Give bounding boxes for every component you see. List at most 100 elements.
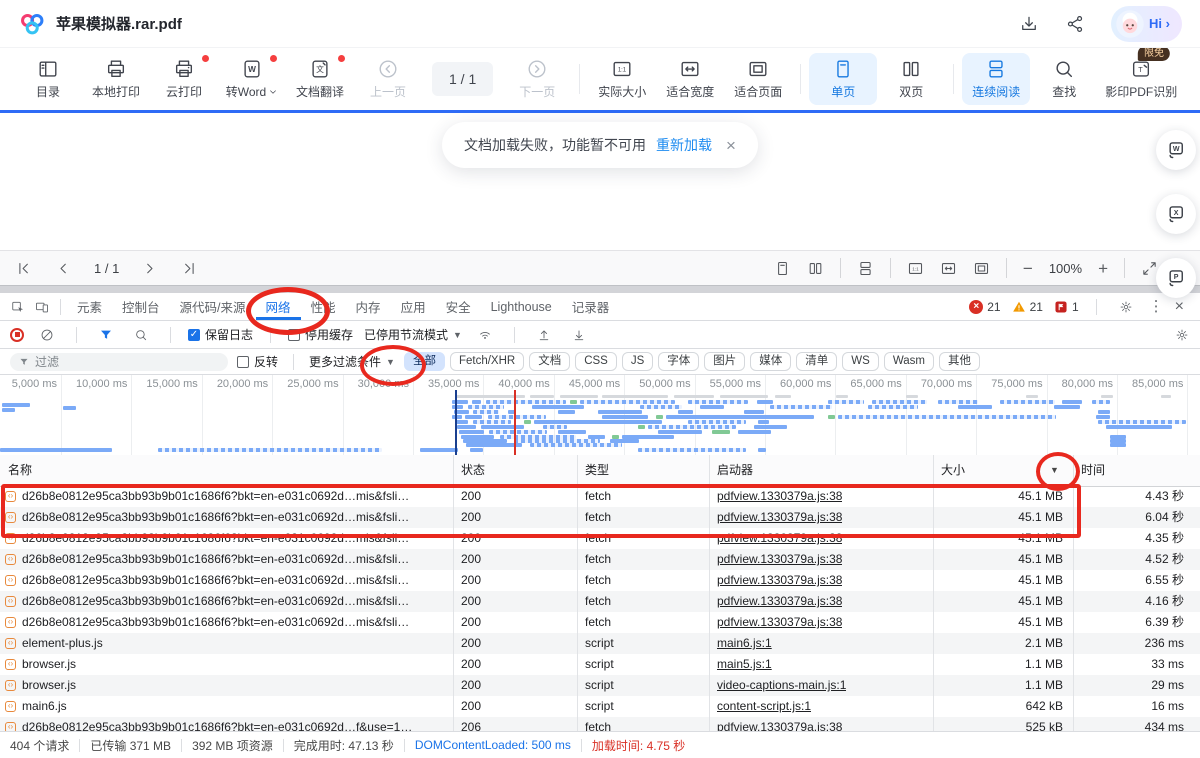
toolbar-item-extract[interactable]: OCR提取文 [1184, 53, 1200, 105]
search-network-icon[interactable] [134, 328, 148, 342]
toolbar-item-cloud-print[interactable]: 云打印 [150, 53, 218, 105]
table-row[interactable]: ‹›d26b8e0812e95ca3bb93b9b01c1686f6?bkt=e… [0, 717, 1200, 731]
more-filters-dropdown[interactable]: 更多过滤条件 ▼ [309, 353, 395, 370]
table-row[interactable]: ‹›d26b8e0812e95ca3bb93b9b01c1686f6?bkt=e… [0, 507, 1200, 528]
disable-cache-checkbox[interactable]: 停用缓存 [288, 326, 353, 343]
column-header-名称[interactable]: 名称 [8, 455, 32, 486]
tab-记录器[interactable]: 记录器 [562, 293, 620, 320]
network-overview[interactable]: 5,000 ms10,000 ms15,000 ms20,000 ms25,00… [0, 375, 1200, 456]
table-row[interactable]: ‹›d26b8e0812e95ca3bb93b9b01c1686f6?bkt=e… [0, 549, 1200, 570]
column-header-类型[interactable]: 类型 [585, 455, 609, 486]
tab-控制台[interactable]: 控制台 [112, 293, 170, 320]
filter-chip-Fetch/XHR[interactable]: Fetch/XHR [450, 352, 524, 371]
table-row[interactable]: ‹›browser.js200scriptvideo-captions-main… [0, 675, 1200, 696]
tab-内存[interactable]: 内存 [346, 293, 391, 320]
clear-network-log-icon[interactable] [40, 328, 54, 342]
previous-page-icon[interactable] [55, 260, 72, 277]
request-initiator[interactable]: pdfview.1330379a.js:38 [717, 507, 842, 528]
tab-性能[interactable]: 性能 [301, 293, 346, 320]
toolbar-item-continuous[interactable]: 连续阅读 [962, 53, 1030, 105]
share-icon[interactable] [1065, 14, 1085, 34]
filter-chip-JS[interactable]: JS [622, 352, 653, 371]
request-initiator[interactable]: pdfview.1330379a.js:38 [717, 486, 842, 507]
table-row[interactable]: ‹›d26b8e0812e95ca3bb93b9b01c1686f6?bkt=e… [0, 528, 1200, 549]
convert-to-x-button[interactable]: X [1156, 194, 1196, 234]
toolbar-item-find[interactable]: 查找 [1030, 53, 1098, 105]
network-conditions-icon[interactable] [478, 328, 492, 342]
actual-size-icon[interactable]: 1:1 [907, 260, 924, 277]
two-page-icon[interactable] [807, 260, 824, 277]
tab-元素[interactable]: 元素 [67, 293, 112, 320]
next-page-icon[interactable] [141, 260, 158, 277]
import-har-icon[interactable] [537, 328, 551, 342]
filter-chip-清单[interactable]: 清单 [796, 352, 837, 371]
zoom-in-button[interactable]: + [1098, 260, 1108, 277]
preserve-log-checkbox[interactable]: ✓ 保留日志 [188, 326, 253, 343]
table-row[interactable]: ‹›d26b8e0812e95ca3bb93b9b01c1686f6?bkt=e… [0, 486, 1200, 507]
record-network-log-button[interactable] [10, 328, 24, 342]
toolbar-item-next[interactable]: 下一页 [503, 53, 571, 105]
size-sort-caret-icon[interactable]: ▼ [1050, 455, 1059, 486]
toolbar-item-printer[interactable]: 本地打印 [82, 53, 150, 105]
console-errors-badge[interactable]: × 21 [969, 300, 1000, 314]
request-initiator[interactable]: main6.js:1 [717, 633, 772, 654]
toolbar-item-actual[interactable]: 1:1实际大小 [588, 53, 656, 105]
toolbar-item-double[interactable]: 双页 [877, 53, 945, 105]
throttling-dropdown[interactable]: 已停用节流模式 ▼ [364, 326, 462, 343]
console-warnings-badge[interactable]: 21 [1012, 300, 1043, 314]
settings-gear-icon[interactable] [1119, 300, 1133, 314]
tab-安全[interactable]: 安全 [436, 293, 481, 320]
toolbar-item-fit-width[interactable]: 适合宽度 [656, 53, 724, 105]
download-icon[interactable] [1019, 14, 1039, 34]
more-options-icon[interactable]: ⋮ [1149, 299, 1164, 314]
table-row[interactable]: ‹›browser.js200scriptmain5.js:11.1 MB33 … [0, 654, 1200, 675]
convert-to-p-button[interactable]: P [1156, 258, 1196, 298]
toolbar-item-ocr-pdf[interactable]: T影印PDF识别限免 [1098, 53, 1184, 105]
tab-Lighthouse[interactable]: Lighthouse [481, 293, 562, 320]
device-toolbar-icon[interactable] [35, 300, 49, 314]
filter-chip-Wasm[interactable]: Wasm [884, 352, 934, 371]
convert-to-w-button[interactable]: W [1156, 130, 1196, 170]
filter-chip-其他[interactable]: 其他 [939, 352, 980, 371]
request-initiator[interactable]: pdfview.1330379a.js:38 [717, 528, 842, 549]
toast-close-icon[interactable]: × [726, 137, 736, 154]
toolbar-item-prev[interactable]: 上一页 [354, 53, 422, 105]
toolbar-item-fit-page[interactable]: 适合页面 [724, 53, 792, 105]
table-row[interactable]: ‹›element-plus.js200scriptmain6.js:12.1 … [0, 633, 1200, 654]
request-initiator[interactable]: video-captions-main.js:1 [717, 675, 846, 696]
request-initiator[interactable]: main5.js:1 [717, 654, 772, 675]
fit-width-icon[interactable] [940, 260, 957, 277]
tab-网络[interactable]: 网络 [256, 293, 301, 320]
filter-chip-图片[interactable]: 图片 [704, 352, 745, 371]
toolbar-item-translate[interactable]: 文文档翻译 [286, 53, 354, 105]
column-header-启动器[interactable]: 启动器 [717, 455, 753, 486]
filter-chip-全部[interactable]: 全部 [404, 352, 445, 371]
continuous-scroll-icon[interactable] [857, 260, 874, 277]
close-devtools-icon[interactable]: × [1175, 299, 1184, 315]
filter-input[interactable]: 过滤 [10, 353, 228, 371]
toolbar-item-word[interactable]: W转Word [218, 53, 286, 105]
request-initiator[interactable]: pdfview.1330379a.js:38 [717, 570, 842, 591]
column-header-时间[interactable]: 时间 [1081, 455, 1105, 486]
inspect-icon[interactable] [11, 300, 25, 314]
export-har-icon[interactable] [572, 328, 586, 342]
network-settings-gear-icon[interactable] [1175, 328, 1189, 342]
invert-filter-checkbox[interactable]: 反转 [237, 353, 278, 370]
tab-应用[interactable]: 应用 [391, 293, 436, 320]
fit-page-icon[interactable] [973, 260, 990, 277]
single-page-icon[interactable] [774, 260, 791, 277]
table-row[interactable]: ‹›d26b8e0812e95ca3bb93b9b01c1686f6?bkt=e… [0, 591, 1200, 612]
request-initiator[interactable]: content-script.js:1 [717, 696, 811, 717]
first-page-icon[interactable] [16, 260, 33, 277]
table-row[interactable]: ‹›main6.js200scriptcontent-script.js:164… [0, 696, 1200, 717]
column-header-状态[interactable]: 状态 [461, 455, 485, 486]
request-initiator[interactable]: pdfview.1330379a.js:38 [717, 549, 842, 570]
table-row[interactable]: ‹›d26b8e0812e95ca3bb93b9b01c1686f6?bkt=e… [0, 612, 1200, 633]
account-button[interactable]: Hi › [1111, 6, 1182, 42]
request-initiator[interactable]: pdfview.1330379a.js:38 [717, 717, 842, 731]
toolbar-item-toc[interactable]: 目录 [14, 53, 82, 105]
table-row[interactable]: ‹›d26b8e0812e95ca3bb93b9b01c1686f6?bkt=e… [0, 570, 1200, 591]
filter-chip-WS[interactable]: WS [842, 352, 879, 371]
filter-chip-字体[interactable]: 字体 [658, 352, 699, 371]
issues-badge[interactable]: 1 [1054, 300, 1079, 314]
